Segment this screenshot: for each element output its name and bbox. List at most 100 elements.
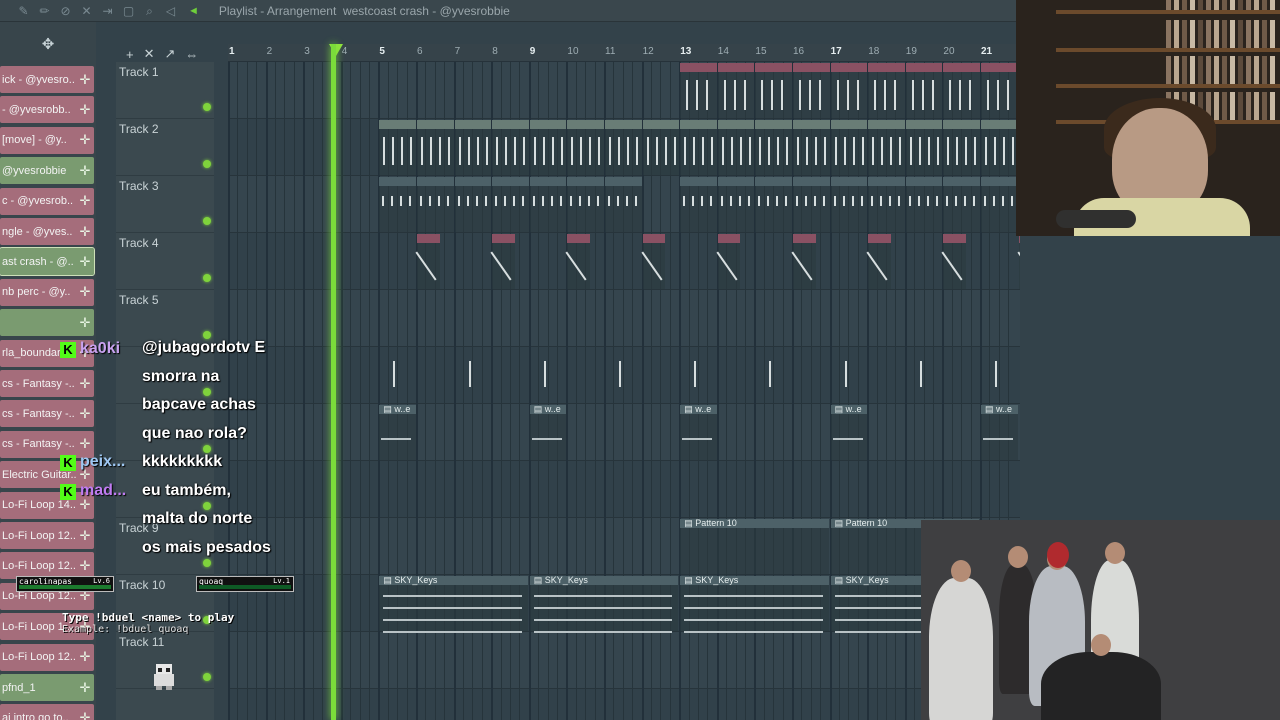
hat-hit bbox=[985, 137, 987, 165]
track-led-icon[interactable] bbox=[203, 502, 211, 510]
picker-item-plus-icon[interactable]: ✛ bbox=[76, 649, 94, 665]
book bbox=[1182, 56, 1187, 84]
audio-clip[interactable]: ▤ Pattern 10 bbox=[680, 519, 829, 574]
chat-username[interactable]: ka0ki bbox=[80, 340, 120, 358]
picker-move-icon[interactable]: ✥ bbox=[0, 22, 96, 66]
picker-item-plus-icon[interactable]: ✛ bbox=[76, 193, 94, 209]
bar-number: 9 bbox=[529, 46, 536, 57]
audio-clip[interactable]: ▤ w..e bbox=[680, 405, 717, 460]
audio-clip[interactable]: ▤ SKY_Keys bbox=[529, 576, 679, 633]
select-icon[interactable]: ▢ bbox=[121, 3, 136, 19]
picker-item[interactable]: cs - Fantasy -.. ✛ bbox=[0, 370, 94, 397]
mute-icon[interactable]: ⊘ bbox=[58, 3, 73, 19]
picker-item[interactable]: ick - @yvesro.. ✛ bbox=[0, 66, 94, 93]
picker-item-plus-icon[interactable]: ✛ bbox=[76, 558, 94, 574]
track-led-icon[interactable] bbox=[203, 217, 211, 225]
picker-item-plus-icon[interactable]: ✛ bbox=[76, 132, 94, 148]
timeline-ruler[interactable]: 1 2 3 4 5 6 7 8 9 10 11 12 13 14 15 16 17 18 19 20 21 bbox=[228, 44, 1020, 62]
delete-icon[interactable]: ✕ bbox=[79, 3, 94, 19]
picker-item[interactable]: @yvesrobbie ✛ bbox=[0, 157, 94, 185]
picker-item[interactable]: pfnd_1 ✛ bbox=[0, 674, 94, 701]
track-led-icon[interactable] bbox=[203, 331, 211, 339]
track-header[interactable]: Track 3 bbox=[116, 176, 214, 233]
track-led-icon[interactable] bbox=[203, 445, 211, 453]
hat-hit bbox=[815, 137, 817, 165]
picker-item-plus-icon[interactable]: ✛ bbox=[76, 315, 94, 331]
arrow-icon[interactable]: ↗ bbox=[165, 46, 176, 62]
track-led-icon[interactable] bbox=[203, 388, 211, 396]
playlist-grid[interactable]: ▤ w..e▤ w..e▤ w..e▤ w..e▤ w..e▤ w..e▤ Pa… bbox=[228, 62, 1020, 720]
slip-icon[interactable]: ⇥ bbox=[100, 3, 115, 19]
picker-item[interactable]: ✛ bbox=[0, 309, 94, 337]
track-led-icon[interactable] bbox=[203, 673, 211, 681]
track-header[interactable]: Track 4 bbox=[116, 233, 214, 290]
picker-item-plus-icon[interactable]: ✛ bbox=[76, 102, 94, 118]
hat-hit bbox=[899, 137, 902, 165]
snare-hit bbox=[769, 361, 772, 387]
book bbox=[1214, 20, 1219, 48]
track-header[interactable]: Track 2 bbox=[116, 119, 214, 176]
pencil-icon[interactable]: ✎ bbox=[16, 3, 31, 19]
track-header[interactable] bbox=[116, 689, 214, 720]
pattern-clip bbox=[868, 177, 905, 232]
hat-hit bbox=[467, 137, 470, 165]
picker-item-plus-icon[interactable]: ✛ bbox=[76, 680, 94, 696]
perc-hit bbox=[917, 196, 920, 206]
audio-clip[interactable]: ▤ w..e bbox=[981, 405, 1018, 460]
picker-item[interactable]: ast crash - @.. ✛ bbox=[0, 247, 95, 277]
snare-hit bbox=[393, 361, 396, 387]
hat-hit bbox=[609, 137, 611, 165]
picker-item-plus-icon[interactable]: ✛ bbox=[76, 710, 94, 720]
picker-item-plus-icon[interactable]: ✛ bbox=[76, 406, 94, 422]
picker-item-plus-icon[interactable]: ✛ bbox=[76, 163, 94, 179]
picker-item[interactable]: - @yvesrobb.. ✛ bbox=[0, 96, 94, 124]
picker-item[interactable]: ai intro go to.. ✛ bbox=[0, 704, 94, 720]
picker-item[interactable]: [move] - @y.. ✛ bbox=[0, 126, 94, 154]
kick-hit bbox=[771, 80, 774, 110]
picker-item-plus-icon[interactable]: ✛ bbox=[76, 528, 94, 544]
player-level: Lv.6 bbox=[93, 577, 110, 585]
picker-item[interactable]: Lo-Fi Loop 12.. ✛ bbox=[0, 643, 94, 671]
audio-clip[interactable]: ▤ SKY_Keys bbox=[680, 576, 829, 633]
track-header[interactable]: Track 1 bbox=[116, 62, 214, 119]
picker-item-plus-icon[interactable]: ✛ bbox=[76, 376, 94, 392]
picker-item-plus-icon[interactable]: ✛ bbox=[76, 436, 94, 452]
picker-item-plus-icon[interactable]: ✛ bbox=[76, 254, 94, 270]
zoom-icon[interactable]: ⌕ bbox=[142, 3, 157, 19]
playback-icon[interactable]: ◁ bbox=[163, 3, 178, 19]
picker-item[interactable]: nb perc - @y.. ✛ bbox=[0, 278, 94, 306]
track-lane bbox=[228, 404, 1020, 461]
close-icon[interactable]: ✕ bbox=[144, 46, 155, 62]
brush-icon[interactable]: ✏ bbox=[37, 3, 52, 19]
perc-hit bbox=[382, 196, 385, 206]
picker-item[interactable]: c - @yvesrob.. ✛ bbox=[0, 187, 94, 215]
track-led-icon[interactable] bbox=[203, 559, 211, 567]
picker-item[interactable]: ngle - @yves.. ✛ bbox=[0, 218, 94, 245]
perc-hit bbox=[747, 196, 750, 206]
book bbox=[1270, 20, 1275, 48]
stretch-icon[interactable]: ⇔ bbox=[185, 47, 198, 62]
add-track-icon[interactable]: + bbox=[126, 47, 134, 62]
perc-hit bbox=[522, 196, 525, 206]
book bbox=[1222, 20, 1227, 48]
audio-clip[interactable]: ▤ SKY_Keys bbox=[379, 576, 528, 633]
track-led-icon[interactable] bbox=[203, 103, 211, 111]
picker-item-plus-icon[interactable]: ✛ bbox=[76, 284, 94, 300]
audio-clip[interactable]: ▤ w..e bbox=[830, 405, 868, 460]
playhead[interactable] bbox=[331, 44, 336, 720]
picker-item[interactable]: cs - Fantasy -.. ✛ bbox=[0, 400, 94, 428]
pattern-clip bbox=[567, 120, 604, 175]
track-led-icon[interactable] bbox=[203, 160, 211, 168]
picker-item[interactable]: Lo-Fi Loop 12.. ✛ bbox=[0, 522, 94, 549]
picker-item-plus-icon[interactable]: ✛ bbox=[76, 72, 94, 88]
picker-item-label: nb perc - @y.. bbox=[2, 286, 71, 299]
chat-username[interactable]: peix... bbox=[80, 453, 125, 471]
track-led-icon[interactable] bbox=[203, 274, 211, 282]
beat-line bbox=[246, 62, 248, 720]
hat-hit bbox=[861, 137, 864, 165]
picker-item-plus-icon[interactable]: ✛ bbox=[76, 224, 94, 240]
chat-username[interactable]: mad... bbox=[80, 482, 126, 500]
beat-line bbox=[237, 62, 239, 720]
audio-clip[interactable]: ▤ w..e bbox=[379, 405, 416, 460]
audio-clip[interactable]: ▤ w..e bbox=[529, 405, 567, 460]
